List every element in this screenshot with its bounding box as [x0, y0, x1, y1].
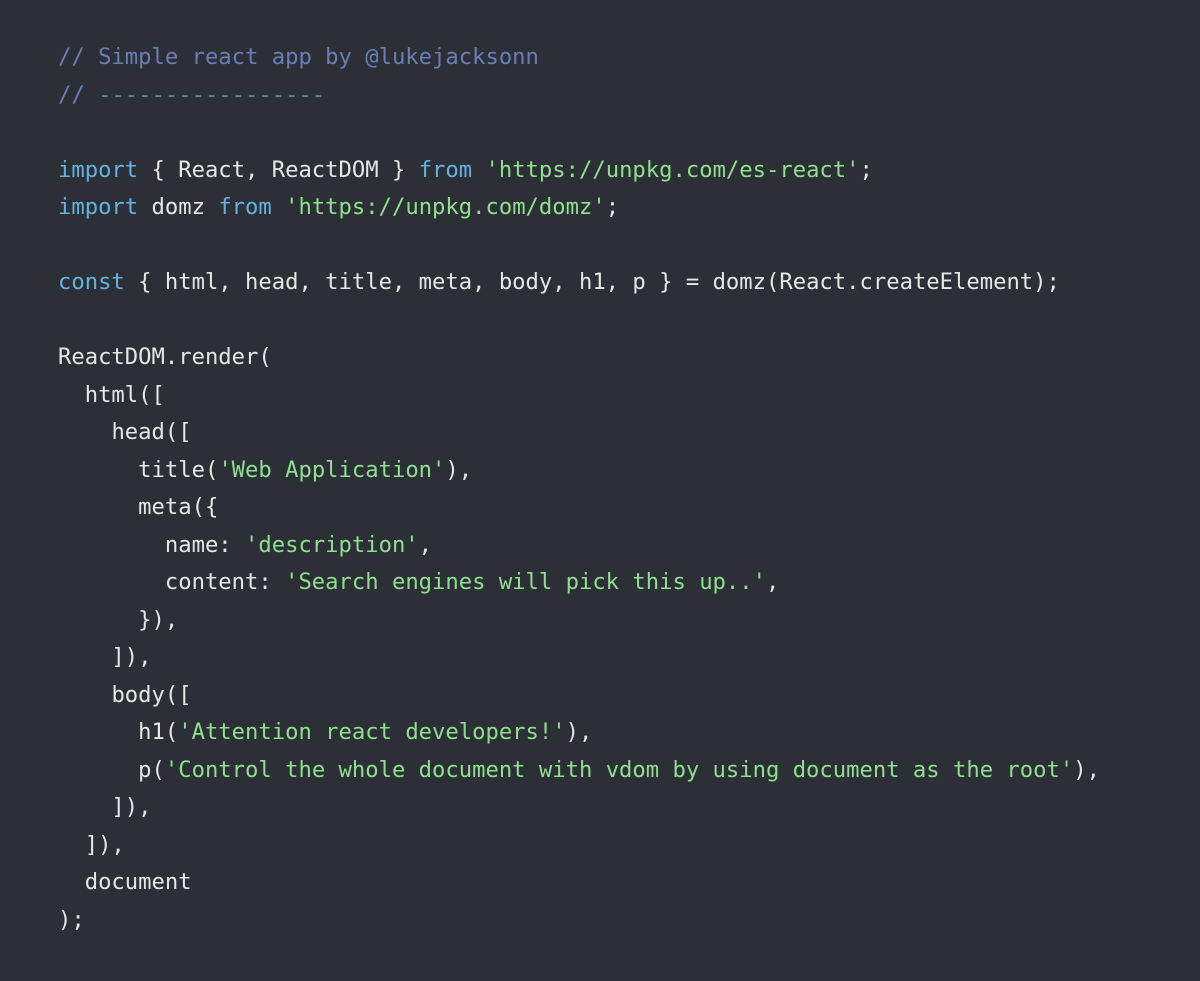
code-line: // ----------------- [58, 77, 1100, 115]
code-token-keyword: import [58, 194, 139, 220]
code-token-function: html [84, 381, 139, 408]
code-line: name: 'description', [58, 527, 1100, 565]
code-token-string: 'Search engines will pick this up..' [285, 569, 766, 595]
code-token-keyword: from [218, 194, 272, 220]
code-token-plain: ( [164, 719, 179, 745]
code-line: head([ [58, 414, 1100, 452]
code-line: const { html, head, title, meta, body, h… [58, 264, 1100, 302]
code-token-string: 'https://unpkg.com/es-react' [485, 156, 860, 183]
code-line: ​ [58, 227, 1100, 265]
code-token-comment: // ----------------- [58, 81, 326, 108]
code-block: // Simple react app by @lukejacksonn // -… [58, 39, 1100, 939]
code-line: html([ [58, 377, 1100, 415]
code-token-function: domz [712, 269, 766, 295]
code-token-plain: ([ [164, 681, 192, 708]
code-token-plain: ); [58, 906, 85, 933]
code-token-plain: ]), [58, 831, 125, 858]
code-token-function: body [111, 681, 165, 708]
code-line: ReactDOM.render( [58, 339, 1100, 377]
code-token-function: h1 [138, 719, 165, 745]
code-token-plain: ( [204, 456, 219, 483]
code-line: ]), [58, 639, 1100, 677]
code-token-plain: document [58, 869, 192, 895]
code-line: ]), [58, 789, 1100, 827]
code-token-plain: ]), [58, 644, 152, 670]
code-token-comment: // Simple react app by @lukejacksonn [58, 44, 539, 70]
code-token-function: title [138, 456, 205, 483]
code-token-plain: { React, ReactDOM } [138, 156, 419, 183]
code-token-plain: ( [258, 344, 272, 370]
code-token-plain: , [418, 531, 433, 558]
code-line: title('Web Application'), [58, 452, 1100, 490]
code-token-plain: ]), [58, 794, 152, 820]
code-token-string: 'description' [245, 531, 419, 558]
code-token-plain: ( [151, 756, 165, 783]
code-token-keyword: const [58, 269, 125, 295]
code-line: ]), [58, 827, 1100, 865]
code-token-plain: , [765, 569, 780, 595]
code-editor: // Simple react app by @lukejacksonn // -… [0, 0, 1200, 981]
code-line: import domz from 'https://unpkg.com/domz… [58, 189, 1100, 227]
code-line: import { React, ReactDOM } from 'https:/… [58, 152, 1100, 190]
code-token-function: render [178, 344, 259, 370]
code-token-plain: ReactDOM. [58, 344, 179, 370]
code-token-plain: ; [605, 194, 620, 220]
code-token-plain: (React.createElement); [766, 269, 1060, 295]
code-token-function: head [111, 419, 165, 445]
code-token-string: 'Attention react developers!' [178, 719, 566, 745]
code-line: ​ [58, 114, 1100, 152]
code-token-keyword: import [58, 156, 139, 183]
code-token-string: 'Web Application' [218, 456, 446, 483]
code-token-plain: name: [58, 531, 246, 558]
code-line: p('Control the whole document with vdom … [58, 752, 1100, 790]
code-token-plain: content: [58, 569, 286, 595]
code-line: ); [58, 902, 1100, 940]
code-line: h1('Attention react developers!'), [58, 714, 1100, 752]
code-token-plain: { html, head, title, meta, body, h1, p }… [124, 269, 713, 295]
code-token-function: p [138, 756, 152, 783]
code-token-plain: domz [138, 194, 219, 220]
code-token-plain: ), [445, 456, 473, 483]
code-line: body([ [58, 677, 1100, 715]
code-token-plain: ), [1073, 756, 1100, 783]
code-token-plain: ), [565, 719, 593, 745]
code-token-plain: ; [859, 156, 873, 183]
code-line: }), [58, 602, 1100, 640]
code-line: // Simple react app by @lukejacksonn [58, 39, 1100, 77]
code-line: meta({ [58, 489, 1100, 527]
code-token-keyword: from [418, 156, 473, 183]
code-token-plain: ([ [164, 419, 192, 445]
code-line: ​ [58, 302, 1100, 340]
code-line: content: 'Search engines will pick this … [58, 564, 1100, 602]
code-token-plain: }), [58, 606, 179, 633]
code-token-function: meta [138, 494, 192, 520]
code-token-string: 'https://unpkg.com/domz' [285, 194, 606, 220]
code-token-plain: ([ [138, 381, 165, 408]
code-token-string: 'Control the whole document with vdom by… [164, 756, 1074, 783]
code-line: document [58, 864, 1100, 902]
code-token-plain: ({ [191, 494, 219, 520]
